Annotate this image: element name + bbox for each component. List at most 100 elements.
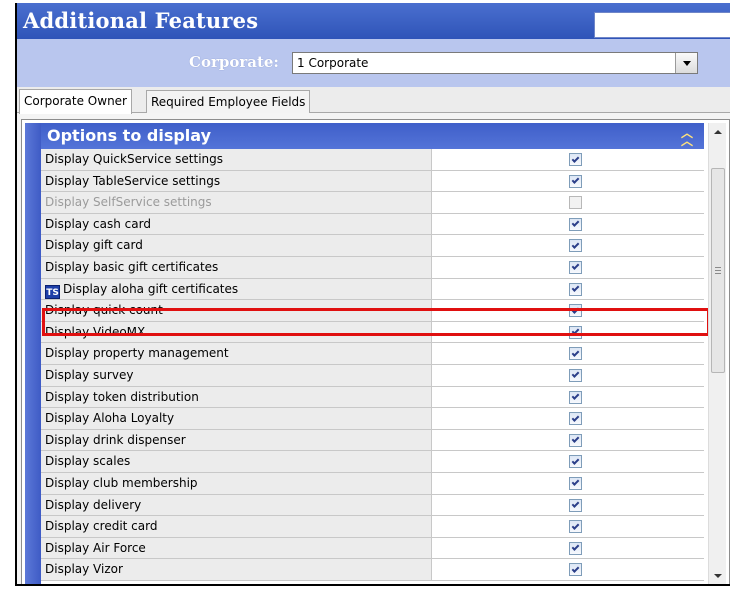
option-label: Display Vizor <box>45 562 123 577</box>
option-checkbox[interactable] <box>569 347 582 361</box>
option-checkbox[interactable] <box>569 412 582 426</box>
option-label-cell: Display gift card <box>41 235 432 256</box>
option-checkbox[interactable] <box>569 498 582 512</box>
option-checkbox[interactable] <box>569 153 582 166</box>
option-checkbox[interactable] <box>569 325 582 339</box>
option-value-cell <box>433 149 704 170</box>
option-checkbox[interactable] <box>569 217 582 231</box>
scrollbar-thumb[interactable] <box>711 168 725 373</box>
option-label-cell: Display quick count <box>41 300 432 321</box>
option-checkbox[interactable] <box>569 239 582 253</box>
option-value-cell <box>433 213 704 235</box>
option-row: Display gift card <box>41 235 704 257</box>
option-label-cell: Display Air Force <box>41 537 432 559</box>
option-checkbox[interactable] <box>569 455 582 469</box>
option-label-cell: Display club membership <box>41 472 432 494</box>
option-checkbox[interactable] <box>569 476 582 490</box>
checkmark-icon <box>571 327 580 336</box>
tab-corporate-owner[interactable]: Corporate Owner <box>19 89 132 114</box>
checkmark-icon <box>571 262 580 271</box>
option-row: Display delivery <box>41 494 704 517</box>
option-checkbox[interactable] <box>569 520 582 534</box>
option-checkbox[interactable] <box>569 282 582 296</box>
checkmark-icon <box>571 413 580 422</box>
checkmark-icon <box>571 219 580 228</box>
checkmark-icon <box>571 500 580 508</box>
option-value-cell <box>433 494 704 516</box>
title-search-box[interactable] <box>594 12 730 38</box>
option-label: Display quick count <box>45 303 163 318</box>
page-title: Additional Features <box>23 8 259 33</box>
option-row: Display survey <box>41 364 704 387</box>
option-checkbox[interactable] <box>569 196 582 210</box>
option-value-cell <box>433 278 704 300</box>
option-label: Display credit card <box>45 519 158 534</box>
section-title: Options to display <box>47 126 212 145</box>
corporate-select[interactable]: 1 Corporate <box>292 52 698 74</box>
option-row: Display cash card <box>41 213 704 236</box>
option-label: Display Aloha Loyalty <box>45 411 175 426</box>
option-value-cell <box>433 235 704 256</box>
option-label-cell: Display token distribution <box>41 386 432 408</box>
option-label-cell: Display basic gift certificates <box>41 256 432 278</box>
arrow-down-icon <box>714 574 722 578</box>
option-label: Display survey <box>45 367 134 382</box>
option-row: Display TableService settings <box>41 170 704 193</box>
checkmark-icon <box>571 543 580 552</box>
option-checkbox[interactable] <box>569 563 582 577</box>
option-row: Display scales <box>41 451 704 473</box>
option-label: Display aloha gift certificates <box>63 281 239 296</box>
option-checkbox[interactable] <box>569 541 582 555</box>
option-value-cell <box>433 408 704 429</box>
option-checkbox[interactable] <box>569 174 582 188</box>
scroll-up-button[interactable] <box>709 123 727 141</box>
option-label-cell: Display Aloha Loyalty <box>41 408 432 429</box>
option-row: Display basic gift certificates <box>41 256 704 279</box>
corporate-select-value: 1 Corporate <box>297 56 369 70</box>
checkmark-icon <box>571 284 580 292</box>
option-value-cell <box>433 364 704 386</box>
option-value-cell <box>433 451 704 472</box>
option-label: Display SelfService settings <box>45 195 212 210</box>
option-label-cell: Display TableService settings <box>41 170 432 192</box>
option-label-cell: Display drink dispenser <box>41 429 432 451</box>
option-label: Display TableService settings <box>45 173 221 188</box>
option-checkbox[interactable] <box>569 433 582 447</box>
section-header-options[interactable]: Options to display ︿ ︿ <box>41 123 704 149</box>
option-checkbox[interactable] <box>569 368 582 382</box>
scroll-down-button[interactable] <box>709 567 727 584</box>
corporate-dropdown-button[interactable] <box>675 53 697 73</box>
checkmark-icon <box>571 456 580 465</box>
options-panel: Options to display ︿ ︿ Display QuickServi… <box>21 119 730 584</box>
option-checkbox[interactable] <box>569 390 582 404</box>
option-label: Display delivery <box>45 497 142 512</box>
option-label-cell: Display SelfService settings <box>41 192 432 213</box>
option-label: Display Air Force <box>45 540 146 555</box>
option-label: Display property management <box>45 346 229 361</box>
option-label: Display scales <box>45 454 131 469</box>
additional-features-window: Additional Features Corporate: 1 Corpora… <box>15 3 730 586</box>
option-value-cell <box>433 256 704 278</box>
option-row: Display token distribution <box>41 386 704 409</box>
checkmark-icon <box>571 435 580 444</box>
options-list: Display QuickService settings Display Tab… <box>41 149 704 581</box>
option-label-cell: Display QuickService settings <box>41 149 432 170</box>
corporate-label: Corporate: <box>189 53 279 71</box>
collapse-icon[interactable]: ︿ ︿ <box>681 127 693 147</box>
option-row: TS Display aloha gift certificates <box>41 278 704 301</box>
option-checkbox[interactable] <box>569 260 582 274</box>
tab-required-employee-fields[interactable]: Required Employee Fields <box>146 90 311 113</box>
checkmark-icon <box>571 176 580 184</box>
option-row: Display credit card <box>41 516 704 538</box>
option-checkbox[interactable] <box>569 304 582 318</box>
filter-bar: Corporate: 1 Corporate <box>17 39 730 87</box>
option-row: Display Vizor <box>41 559 704 581</box>
option-value-cell <box>433 321 704 343</box>
checkmark-icon <box>571 240 580 249</box>
vertical-scrollbar[interactable] <box>708 123 727 584</box>
option-label-cell: Display scales <box>41 451 432 472</box>
checkmark-icon <box>571 348 580 357</box>
option-label: Display VideoMX <box>45 324 146 339</box>
tab-bar: Corporate Owner Required Employee Fields <box>17 87 730 114</box>
option-row: Display VideoMX <box>41 321 704 344</box>
